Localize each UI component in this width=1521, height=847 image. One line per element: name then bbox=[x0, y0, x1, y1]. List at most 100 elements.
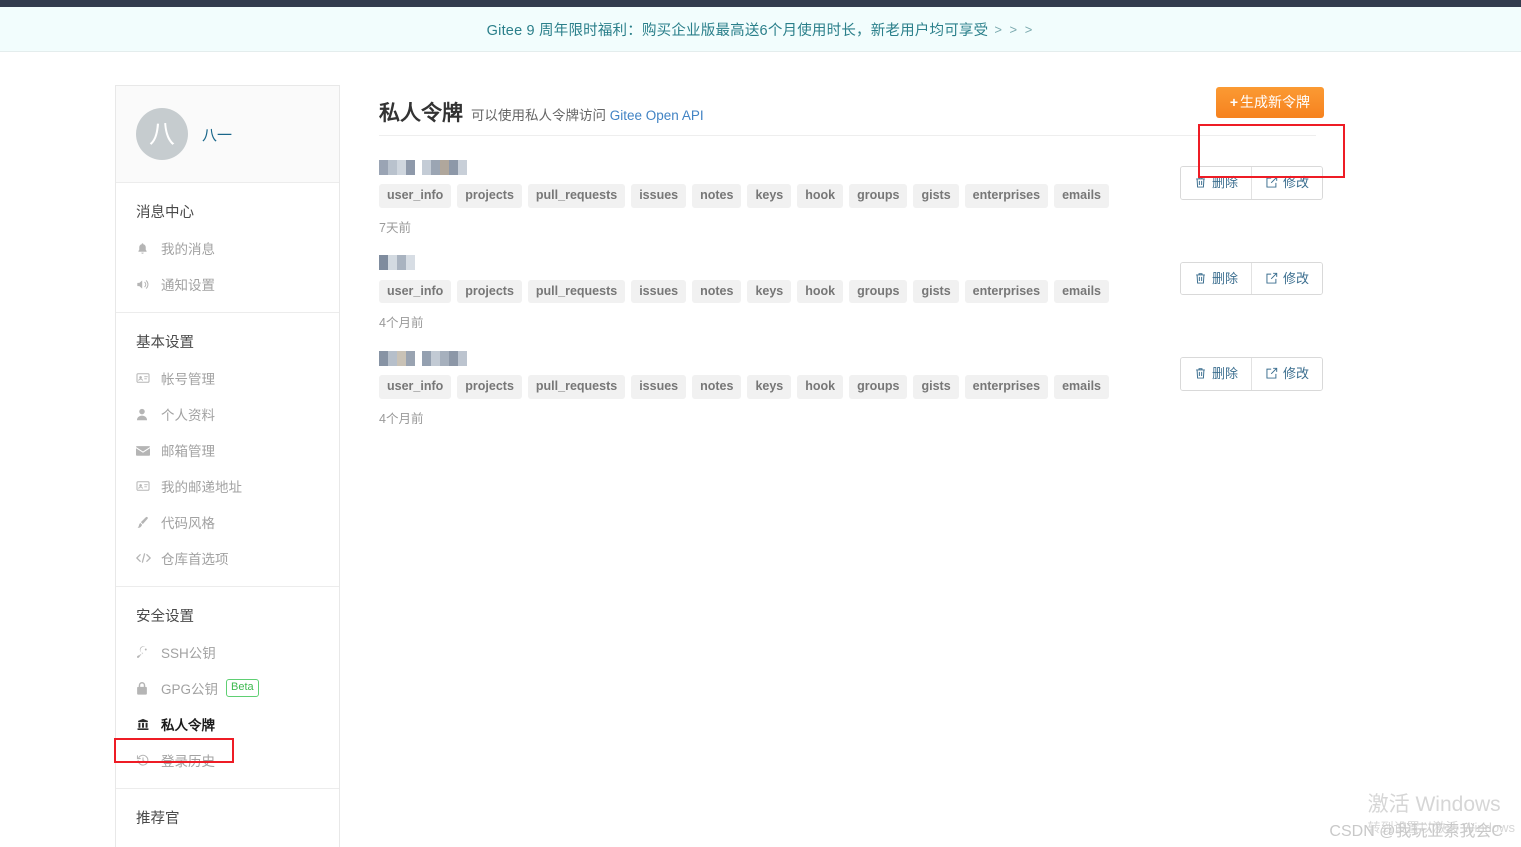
token-row-actions: 删除 修改 bbox=[1179, 261, 1323, 296]
scope-tag: keys bbox=[747, 184, 792, 208]
delete-token-label: 删除 bbox=[1211, 175, 1238, 190]
scope-tag: enterprises bbox=[964, 279, 1049, 303]
user-icon bbox=[136, 407, 152, 421]
scope-tag: gists bbox=[913, 375, 959, 399]
edit-token-button[interactable]: 修改 bbox=[1250, 167, 1322, 199]
sidebar-item-account-management[interactable]: 帐号管理 bbox=[116, 360, 339, 396]
content-header: 私人令牌 可以使用私人令牌访问 Gitee Open API + 生成新令牌 bbox=[379, 85, 1324, 136]
token-row: user_info projects pull_requests issues … bbox=[379, 148, 1323, 244]
mosaic-block bbox=[422, 159, 467, 175]
scope-tag: gists bbox=[913, 184, 959, 208]
avatar[interactable]: 八 bbox=[136, 108, 188, 160]
scope-tag: pull_requests bbox=[527, 375, 626, 399]
trash-icon bbox=[1194, 367, 1207, 380]
scope-tag: notes bbox=[692, 279, 742, 303]
sidebar-item-email-management[interactable]: 邮箱管理 bbox=[116, 432, 339, 468]
scope-tag: notes bbox=[692, 184, 742, 208]
windows-activation-line1: 激活 Windows bbox=[1367, 793, 1501, 817]
scope-tag: gists bbox=[913, 279, 959, 303]
scope-tag: pull_requests bbox=[527, 279, 626, 303]
scope-tag: keys bbox=[747, 375, 792, 399]
sidebar-username[interactable]: 八一 bbox=[202, 124, 232, 145]
token-scopes: user_info projects pull_requests issues … bbox=[379, 184, 1316, 208]
plus-icon: + bbox=[1229, 94, 1238, 110]
token-row-actions: 删除 修改 bbox=[1179, 166, 1323, 200]
sidebar-item-gpg-keys[interactable]: GPG公钥 Beta bbox=[116, 670, 339, 706]
scope-tag: emails bbox=[1054, 279, 1109, 303]
token-list: user_info projects pull_requests issues … bbox=[379, 136, 1323, 435]
scope-tag: enterprises bbox=[964, 375, 1049, 399]
key-icon bbox=[136, 645, 152, 659]
delete-token-button[interactable]: 删除 bbox=[1180, 262, 1251, 295]
delete-token-button[interactable]: 删除 bbox=[1180, 167, 1251, 199]
trash-icon bbox=[1194, 272, 1207, 285]
sidebar-item-label: SSH公钥 bbox=[161, 646, 216, 661]
generate-new-token-button[interactable]: + 生成新令牌 bbox=[1215, 87, 1324, 118]
sidebar-group-title: 安全设置 bbox=[136, 609, 194, 625]
mosaic-block bbox=[379, 255, 415, 270]
edit-token-label: 修改 bbox=[1282, 366, 1309, 381]
token-row-actions: 删除 修改 bbox=[1179, 357, 1323, 391]
delete-token-button[interactable]: 删除 bbox=[1180, 358, 1251, 390]
edit-token-button[interactable]: 修改 bbox=[1250, 262, 1322, 295]
scope-tag: notes bbox=[692, 375, 742, 399]
sidebar-item-repo-preferences[interactable]: 仓库首选项 bbox=[116, 540, 339, 576]
scope-tag: projects bbox=[457, 279, 522, 303]
page-body: 八 八一 消息中心 我的消息 通知设置 基本设置 帐号管理 个人资料 邮箱管理 … bbox=[0, 52, 1521, 847]
sidebar-item-notification-settings[interactable]: 通知设置 bbox=[116, 266, 339, 302]
token-row: user_info projects pull_requests issues … bbox=[379, 339, 1323, 435]
scope-tag: pull_requests bbox=[527, 184, 626, 208]
scope-tag: projects bbox=[457, 375, 522, 399]
windows-activation-watermark: 激活 Windows 转到设置以激活 Windows bbox=[1368, 791, 1515, 837]
scope-tag: enterprises bbox=[964, 184, 1049, 208]
sidebar-group-security-settings: 安全设置 SSH公钥 GPG公钥 Beta 私人令牌 登录历史 bbox=[116, 587, 339, 789]
token-scopes: user_info projects pull_requests issues … bbox=[379, 279, 1316, 303]
open-api-link[interactable]: Gitee Open API bbox=[610, 108, 704, 123]
scope-tag: emails bbox=[1054, 184, 1109, 208]
speaker-icon bbox=[136, 277, 152, 291]
scope-tag: groups bbox=[849, 184, 908, 208]
promo-banner[interactable]: Gitee 9 周年限时福利：购买企业版最高送6个月使用时长，新老用户均可享受 … bbox=[0, 7, 1521, 52]
sidebar-item-label: 代码风格 bbox=[161, 516, 215, 531]
scope-tag: hook bbox=[797, 279, 844, 303]
sidebar-item-ssh-keys[interactable]: SSH公钥 bbox=[116, 634, 339, 670]
sidebar-item-label: 帐号管理 bbox=[161, 372, 215, 387]
scope-tag: user_info bbox=[379, 279, 452, 303]
scope-tag: keys bbox=[747, 279, 792, 303]
sidebar-item-label: GPG公钥 bbox=[161, 682, 219, 697]
edit-token-label: 修改 bbox=[1282, 175, 1309, 190]
promo-banner-text[interactable]: Gitee 9 周年限时福利：购买企业版最高送6个月使用时长，新老用户均可享受 bbox=[487, 19, 989, 40]
envelope-icon bbox=[136, 443, 152, 457]
history-icon bbox=[136, 753, 152, 767]
sidebar-item-my-messages[interactable]: 我的消息 bbox=[116, 230, 339, 266]
page-subtitle-text: 可以使用私人令牌访问 bbox=[471, 108, 610, 124]
top-dark-bar bbox=[0, 0, 1521, 7]
sidebar-item-label: 我的消息 bbox=[161, 242, 215, 257]
edit-token-button[interactable]: 修改 bbox=[1250, 358, 1322, 390]
scope-tag: groups bbox=[849, 279, 908, 303]
csdn-watermark: CSDN @我玩亚索我会C bbox=[1329, 823, 1503, 840]
sidebar-item-mailing-address[interactable]: 我的邮递地址 bbox=[116, 468, 339, 504]
sidebar-item-code-style[interactable]: 代码风格 bbox=[116, 504, 339, 540]
scope-tag: user_info bbox=[379, 184, 452, 208]
sidebar-item-promotion-overview[interactable]: 推广概览 bbox=[116, 836, 339, 847]
mosaic-block bbox=[379, 350, 415, 366]
bell-icon bbox=[136, 241, 152, 255]
edit-icon bbox=[1265, 176, 1278, 189]
token-row: user_info projects pull_requests issues … bbox=[379, 244, 1323, 340]
sidebar-item-private-tokens[interactable]: 私人令牌 bbox=[116, 706, 339, 742]
sidebar-group-title: 推荐官 bbox=[136, 811, 180, 827]
scope-tag: projects bbox=[457, 184, 522, 208]
sidebar-user-block[interactable]: 八 八一 bbox=[116, 86, 339, 183]
sidebar-item-label: 仓库首选项 bbox=[161, 552, 229, 567]
code-icon bbox=[136, 551, 152, 565]
scope-tag: issues bbox=[631, 279, 687, 303]
promo-banner-arrows[interactable]: > > > bbox=[994, 22, 1034, 37]
id-card-icon bbox=[136, 371, 152, 385]
edit-icon bbox=[1265, 272, 1278, 285]
sidebar-item-profile[interactable]: 个人资料 bbox=[116, 396, 339, 432]
sidebar-item-login-history[interactable]: 登录历史 bbox=[116, 742, 339, 778]
brush-icon bbox=[136, 515, 152, 529]
scope-tag: hook bbox=[797, 375, 844, 399]
page-subtitle: 可以使用私人令牌访问 Gitee Open API bbox=[471, 101, 704, 131]
